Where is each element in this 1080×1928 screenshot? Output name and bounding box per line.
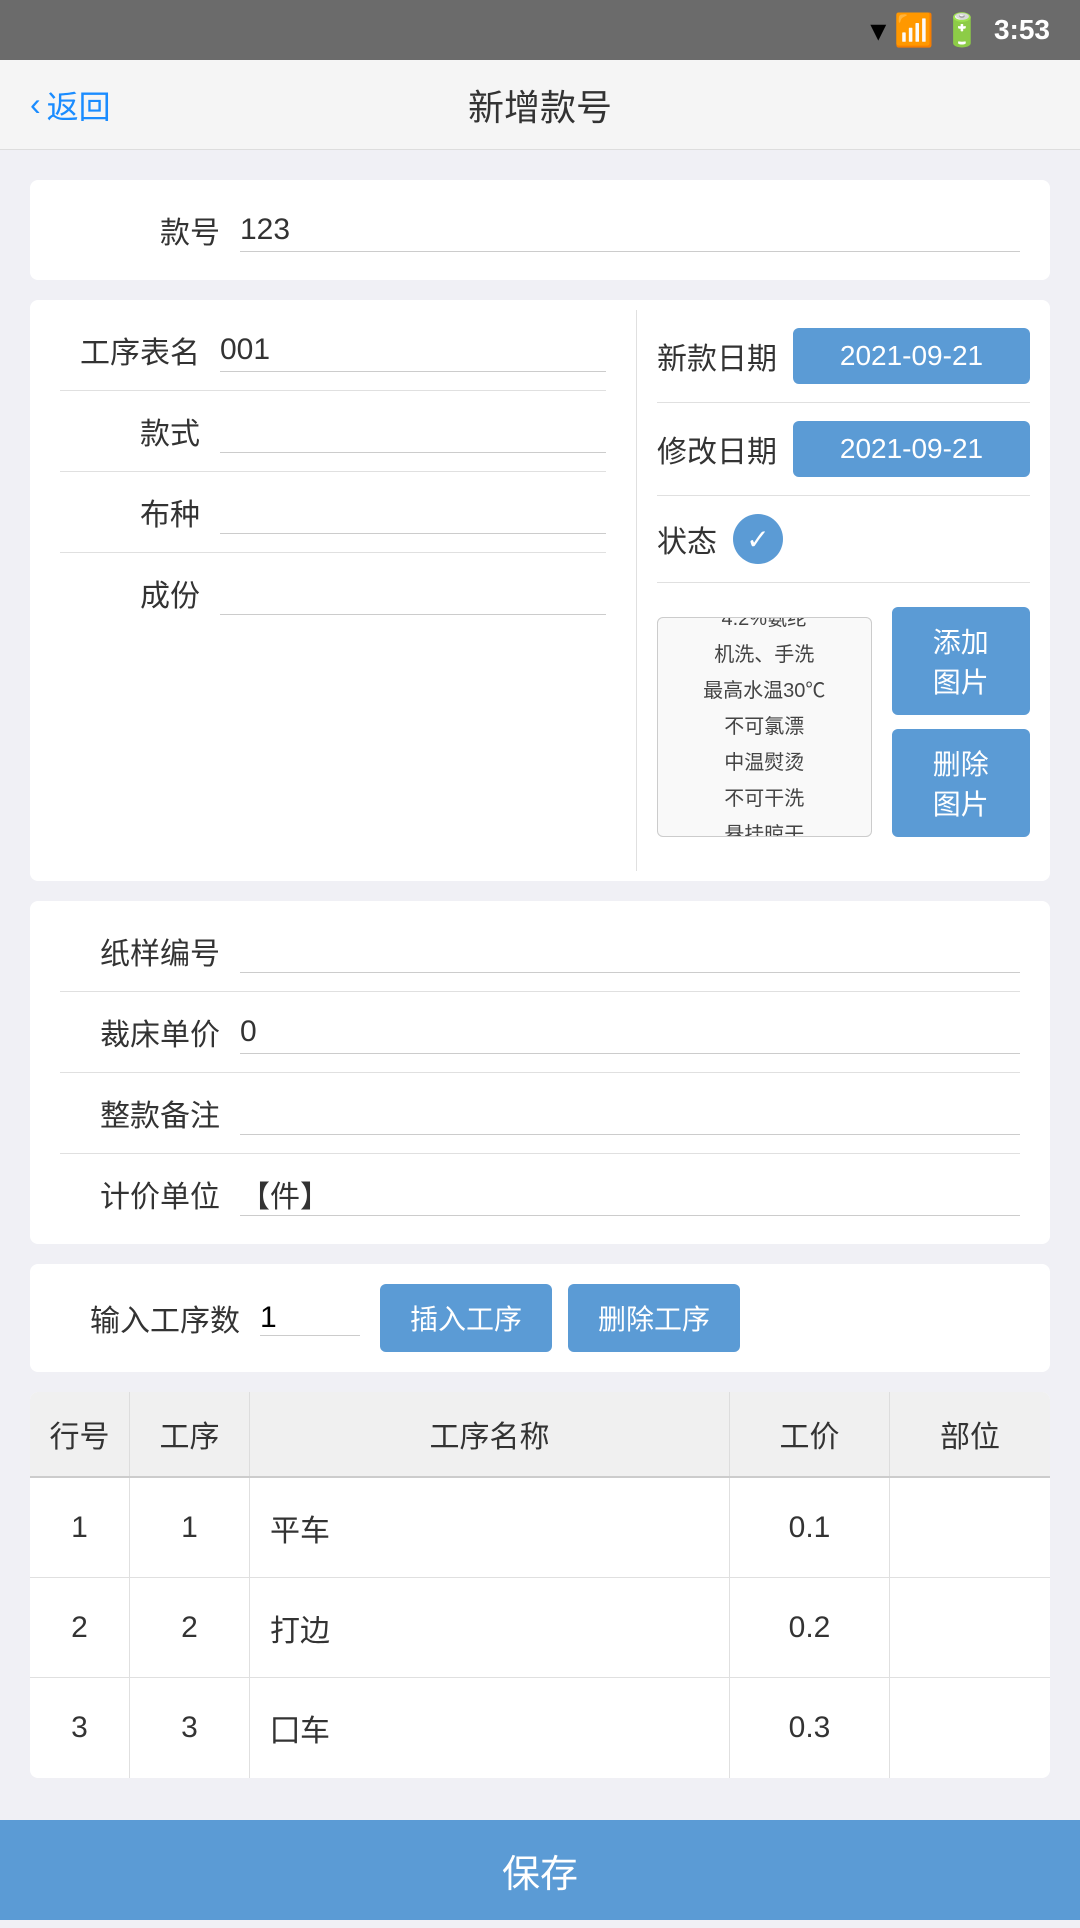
image-preview: 成份：95.8%涤纶 4.2%氨纶 机洗、手洗 最高水温30℃ 不可氯漂 中温熨…	[657, 617, 872, 837]
table-row[interactable]: 1 1 平车 0.1	[30, 1478, 1050, 1578]
xiugai-row: 修改日期 2021-09-21	[657, 403, 1030, 496]
wifi-icon: ▾	[870, 11, 886, 49]
insert-gongxu-button[interactable]: 插入工序	[380, 1284, 552, 1352]
row2-gongjia: 0.2	[730, 1578, 890, 1677]
zhuangtai-row: 状态 ✓	[657, 496, 1030, 583]
kuanshi-label: 款式	[60, 409, 200, 453]
row3-name: 囗车	[250, 1678, 730, 1778]
back-button[interactable]: ‹ 返回	[30, 82, 111, 128]
lower-form-section: 纸样编号 裁床单价 整款备注 计价单位	[30, 901, 1050, 1244]
right-form-col: 新款日期 2021-09-21 修改日期 2021-09-21 状态 ✓	[637, 310, 1050, 871]
delete-gongxu-button[interactable]: 删除工序	[568, 1284, 740, 1352]
left-form-col: 工序表名 款式 布种 成份	[30, 310, 637, 871]
main-content: 款号 工序表名 款式 布种 成份	[0, 150, 1080, 1928]
caichuang-label: 裁床单价	[60, 1010, 220, 1054]
page-title: 新增款号	[468, 79, 612, 131]
buzhong-input[interactable]	[220, 491, 606, 534]
input-gongxu-label: 输入工序数	[60, 1296, 240, 1340]
row1-bwei	[890, 1478, 1050, 1577]
zhengjia-input[interactable]	[240, 1092, 1020, 1135]
xinkuan-row: 新款日期 2021-09-21	[657, 310, 1030, 403]
row2-bwei	[890, 1578, 1050, 1677]
row3-gongjia: 0.3	[730, 1678, 890, 1778]
gongxu-row: 工序表名	[60, 310, 606, 391]
nav-bar: ‹ 返回 新增款号	[0, 60, 1080, 150]
row2-hang: 2	[30, 1578, 130, 1677]
row1-gongxu: 1	[130, 1478, 250, 1577]
caichuang-input[interactable]	[240, 1011, 1020, 1054]
chengfen-input[interactable]	[220, 572, 606, 615]
image-action-buttons: 添加图片 删除图片	[892, 607, 1030, 837]
label-image: 成份：95.8%涤纶 4.2%氨纶 机洗、手洗 最高水温30℃ 不可氯漂 中温熨…	[658, 618, 871, 836]
delete-image-button[interactable]: 删除图片	[892, 729, 1030, 837]
signal-icon: 📶	[894, 11, 934, 49]
image-area: 成份：95.8%涤纶 4.2%氨纶 机洗、手洗 最高水温30℃ 不可氯漂 中温熨…	[657, 583, 1030, 871]
row3-hang: 3	[30, 1678, 130, 1778]
zhiyang-row: 纸样编号	[60, 911, 1020, 992]
row1-hang: 1	[30, 1478, 130, 1577]
gongxu-number-input[interactable]	[260, 1301, 360, 1336]
col-hang: 行号	[30, 1392, 130, 1476]
row2-name: 打边	[250, 1578, 730, 1677]
col-gongxu: 工序	[130, 1392, 250, 1476]
battery-icon: 🔋	[942, 11, 982, 49]
xinkuan-date-button[interactable]: 2021-09-21	[793, 328, 1030, 384]
image-row: 成份：95.8%涤纶 4.2%氨纶 机洗、手洗 最高水温30℃ 不可氯漂 中温熨…	[657, 607, 1030, 847]
zhengjia-label: 整款备注	[60, 1091, 220, 1135]
kuanshi-row: 款式	[60, 391, 606, 472]
zhiyang-label: 纸样编号	[60, 929, 220, 973]
row2-gongxu: 2	[130, 1578, 250, 1677]
buzhong-row: 布种	[60, 472, 606, 553]
gongxunum-row: 输入工序数 插入工序 删除工序	[30, 1264, 1050, 1372]
save-button-label: 保存	[502, 1843, 578, 1898]
row1-gongjia: 0.1	[730, 1478, 890, 1577]
status-icons: ▾ 📶 🔋	[870, 11, 982, 49]
col-bwei: 部位	[890, 1392, 1050, 1476]
jijia-row: 计价单位	[60, 1154, 1020, 1234]
jijia-label: 计价单位	[60, 1172, 220, 1216]
table-row[interactable]: 2 2 打边 0.2	[30, 1578, 1050, 1678]
kuanhao-row: 款号	[60, 190, 1020, 270]
zhuangtai-checkbox[interactable]: ✓	[733, 514, 783, 564]
add-image-button[interactable]: 添加图片	[892, 607, 1030, 715]
gongxu-label: 工序表名	[60, 328, 200, 372]
col-name: 工序名称	[250, 1392, 730, 1476]
status-time: 3:53	[994, 14, 1050, 46]
gongxu-table: 行号 工序 工序名称 工价 部位 1 1 平车 0.1 2 2 打边 0.2 3…	[30, 1392, 1050, 1778]
kuanhao-label: 款号	[60, 208, 220, 252]
zhuangtai-label: 状态	[657, 517, 717, 561]
xinkuan-label: 新款日期	[657, 334, 777, 378]
caichuang-row: 裁床单价	[60, 992, 1020, 1073]
row3-gongxu: 3	[130, 1678, 250, 1778]
kuanhao-section: 款号	[30, 180, 1050, 280]
kuanhao-input[interactable]	[240, 209, 1020, 252]
zhiyang-input[interactable]	[240, 930, 1020, 973]
row1-name: 平车	[250, 1478, 730, 1577]
back-label[interactable]: 返回	[47, 82, 111, 128]
row3-bwei	[890, 1678, 1050, 1778]
chengfen-label: 成份	[60, 571, 200, 615]
xiugai-date-button[interactable]: 2021-09-21	[793, 421, 1030, 477]
zhengjia-row: 整款备注	[60, 1073, 1020, 1154]
chengfen-row: 成份	[60, 553, 606, 633]
table-header: 行号 工序 工序名称 工价 部位	[30, 1392, 1050, 1478]
main-form-section: 工序表名 款式 布种 成份 新款日期 2021-09-21	[30, 300, 1050, 881]
table-row[interactable]: 3 3 囗车 0.3	[30, 1678, 1050, 1778]
col-gongjia: 工价	[730, 1392, 890, 1476]
jijia-input[interactable]	[240, 1173, 1020, 1216]
status-bar: ▾ 📶 🔋 3:53	[0, 0, 1080, 60]
gongxu-input[interactable]	[220, 329, 606, 372]
xiugai-label: 修改日期	[657, 427, 777, 471]
save-bar[interactable]: 保存	[0, 1820, 1080, 1920]
back-chevron-icon: ‹	[30, 86, 41, 123]
buzhong-label: 布种	[60, 490, 200, 534]
kuanshi-input[interactable]	[220, 410, 606, 453]
